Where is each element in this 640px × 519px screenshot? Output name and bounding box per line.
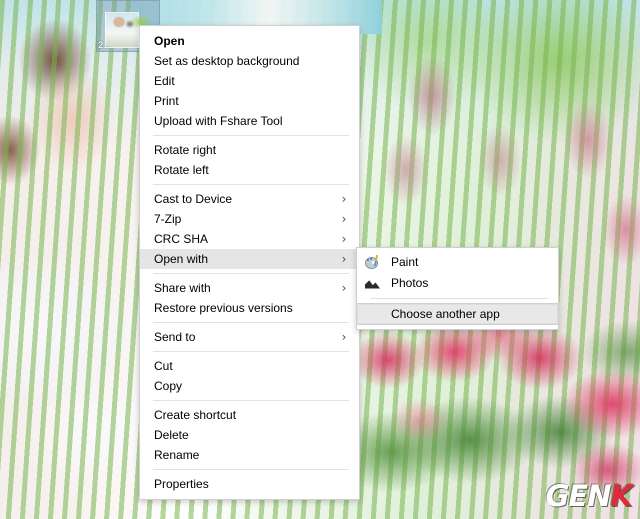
menu-separator [153,135,349,136]
menu-item-label: Open with [154,252,209,266]
menu-item-label: Send to [154,330,196,344]
watermark-text: GEN [545,479,612,513]
photos-icon [365,276,381,292]
chevron-right-icon: › [341,252,347,266]
menu-item-label: Cut [154,359,173,373]
menu-item-open-with[interactable]: Open with › [140,249,359,269]
menu-item-cast-to-device[interactable]: Cast to Device › [140,189,359,209]
menu-item-share-with[interactable]: Share with › [140,278,359,298]
menu-item-create-shortcut[interactable]: Create shortcut [140,405,359,425]
menu-item-properties[interactable]: Properties [140,474,359,494]
menu-item-label: Rotate left [154,163,209,177]
open-with-item-label: Photos [391,276,429,290]
menu-item-send-to[interactable]: Send to › [140,327,359,347]
choose-another-app-label: Choose another app [391,307,500,321]
menu-item-label: Set as desktop background [154,54,300,68]
file-name-label: 2... [98,40,111,50]
paint-icon [365,254,381,271]
menu-separator [153,400,349,401]
menu-item-open[interactable]: Open [140,31,359,51]
menu-item-label: Open [154,34,185,48]
menu-item-cut[interactable]: Cut [140,356,359,376]
menu-separator [153,322,349,323]
choose-another-app-item[interactable]: Choose another app [357,303,558,325]
menu-item-label: Upload with Fshare Tool [154,114,283,128]
menu-item-label: Edit [154,74,175,88]
menu-separator [153,351,349,352]
menu-item-label: Print [154,94,179,108]
open-with-submenu[interactable]: Paint Photos Choose another app [356,247,559,330]
menu-item-label: CRC SHA [154,232,209,246]
menu-item-rotate-left[interactable]: Rotate left [140,160,359,180]
menu-item-label: Share with [154,281,211,295]
menu-item-copy[interactable]: Copy [140,376,359,396]
menu-item-label: Properties [154,477,209,491]
chevron-right-icon: › [341,232,347,246]
file-context-menu[interactable]: Open Set as desktop background Edit Print Up… [139,25,360,500]
menu-item-label: Rename [154,448,200,462]
open-with-item-paint[interactable]: Paint [357,252,558,273]
menu-item-label: Cast to Device [154,192,233,206]
chevron-right-icon: › [341,212,347,226]
open-with-item-photos[interactable]: Photos [357,273,558,294]
watermark-accent: K [610,479,634,513]
menu-item-edit[interactable]: Edit [140,71,359,91]
menu-item-label: Restore previous versions [154,301,293,315]
menu-item-label: Copy [154,379,183,393]
genk-watermark: GENK [545,479,634,513]
menu-separator [153,469,349,470]
open-with-item-label: Paint [391,255,419,269]
menu-item-delete[interactable]: Delete [140,425,359,445]
chevron-right-icon: › [341,192,347,206]
menu-item-rename[interactable]: Rename [140,445,359,465]
menu-item-restore-previous-versions[interactable]: Restore previous versions [140,298,359,318]
chevron-right-icon: › [341,281,347,295]
menu-item-7-zip[interactable]: 7-Zip › [140,209,359,229]
menu-separator [153,184,349,185]
menu-item-label: Create shortcut [154,408,237,422]
menu-item-rotate-right[interactable]: Rotate right [140,140,359,160]
menu-item-print[interactable]: Print [140,91,359,111]
menu-item-set-as-desktop-background[interactable]: Set as desktop background [140,51,359,71]
menu-item-crc-sha[interactable]: CRC SHA › [140,229,359,249]
menu-item-label: Delete [154,428,189,442]
chevron-right-icon: › [341,330,347,344]
menu-item-label: Rotate right [154,143,217,157]
menu-item-upload-with-fshare-tool[interactable]: Upload with Fshare Tool [140,111,359,131]
menu-item-label: 7-Zip [154,212,182,226]
menu-separator [153,273,349,274]
screen: 2... Open Set as desktop background Edit Pr… [0,0,640,519]
menu-separator [370,298,548,299]
